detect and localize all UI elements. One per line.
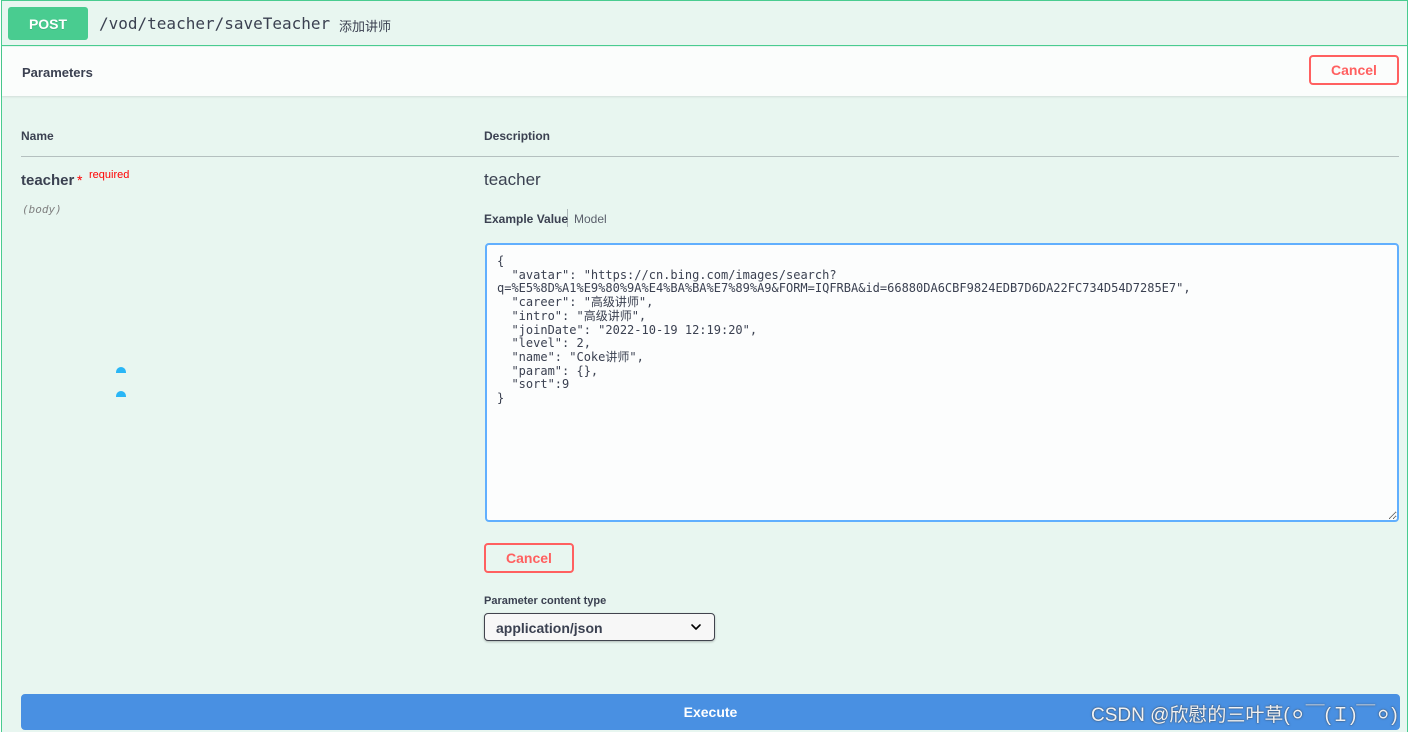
watermark: CSDN @欣慰的三叶草(⚪￣(Ｉ)￣⚪) (1091, 705, 1398, 726)
tab-model[interactable]: Model (574, 212, 607, 226)
method-badge: POST (8, 7, 88, 40)
parameters-section-header: Parameters (2, 47, 1407, 96)
try-out-cancel-button[interactable]: Cancel (1309, 55, 1399, 85)
tab-divider (567, 209, 568, 227)
operation-summary[interactable]: POST /vod/teacher/saveTeacher 添加讲师 (2, 1, 1407, 46)
description-column-header: Description (484, 129, 551, 143)
request-body-editor[interactable]: { "avatar": "https://cn.bing.com/images/… (485, 243, 1399, 522)
content-type-select[interactable]: application/json (484, 613, 715, 641)
required-asterisk: * (77, 172, 83, 188)
tab-example-value[interactable]: Example Value (484, 212, 568, 226)
parameter-description: teacher (484, 170, 541, 189)
operation-path: /vod/teacher/saveTeacher (99, 14, 331, 33)
content-type-label: Parameter content type (484, 595, 607, 607)
table-header-divider (21, 156, 1399, 157)
operation-summary-text: 添加讲师 (339, 19, 392, 34)
name-column-header: Name (21, 129, 54, 143)
loading-dot-icon (116, 391, 126, 397)
required-label: required (89, 169, 130, 181)
chevron-down-icon (691, 624, 701, 630)
parameters-title: Parameters (22, 65, 93, 80)
parameter-location: (body) (22, 203, 62, 216)
body-cancel-button[interactable]: Cancel (484, 543, 574, 573)
parameter-name: teacher (21, 172, 75, 189)
content-type-value: application/json (496, 620, 603, 636)
loading-dot-icon (116, 367, 126, 373)
